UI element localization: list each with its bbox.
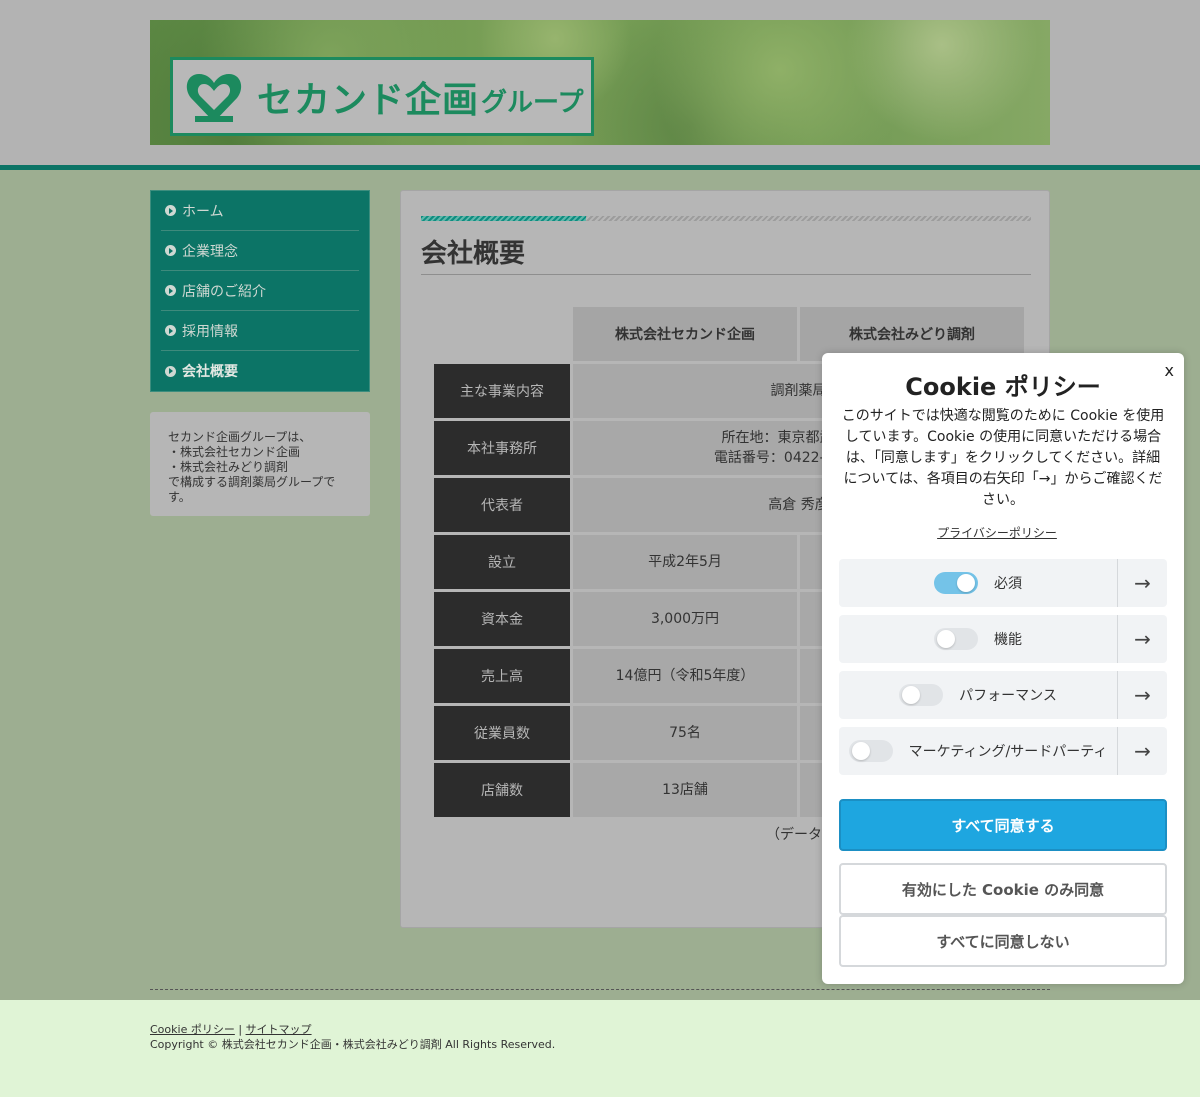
cookie-category-main: マーケティング/サードパーティ — [839, 727, 1117, 775]
privacy-policy-link[interactable]: プライバシーポリシー — [822, 524, 1172, 541]
cookie-category-main: 必須 — [839, 559, 1117, 607]
footer-link-cookie-policy[interactable]: Cookie ポリシー — [150, 1023, 235, 1036]
toggle-knob — [957, 574, 975, 592]
info-line: で構成する調剤薬局グループです。 — [168, 475, 336, 504]
required-toggle[interactable] — [934, 572, 978, 594]
cookie-category-marketing: マーケティング/サードパーティ → — [839, 727, 1167, 775]
arrow-right-icon[interactable]: → — [1117, 615, 1167, 663]
sidebar-item-home[interactable]: ホーム — [161, 191, 359, 231]
accept-all-button[interactable]: すべて同意する — [839, 799, 1167, 851]
title-decoration-accent — [421, 216, 586, 221]
arrow-bullet-icon — [165, 325, 176, 336]
heart-logo-icon — [186, 73, 242, 122]
sidebar-item-label: 店舗のご紹介 — [182, 283, 266, 300]
category-label: 機能 — [994, 632, 1022, 648]
row-header: 資本金 — [434, 592, 570, 646]
modal-title: Cookie ポリシー — [905, 373, 1101, 401]
toggle-knob — [902, 686, 921, 704]
logo-main-text: セカンド企画 — [257, 79, 480, 121]
row-header: 本社事務所 — [434, 421, 570, 475]
arrow-bullet-icon — [165, 365, 176, 377]
info-line: ・株式会社セカンド企画 — [168, 445, 301, 459]
accept-selected-button[interactable]: 有効にした Cookie のみ同意 — [839, 863, 1167, 915]
table-cell: 14億円（令和5年度） — [573, 649, 797, 703]
row-header: 店舗数 — [434, 763, 570, 817]
category-label: パフォーマンス — [959, 688, 1057, 704]
table-corner — [434, 307, 570, 361]
arrow-right-icon[interactable]: → — [1117, 727, 1167, 775]
footer-link-sitemap[interactable]: サイトマップ — [246, 1023, 312, 1036]
cookie-category-main: パフォーマンス — [839, 671, 1117, 719]
cookie-category-required: 必須 → — [839, 559, 1167, 607]
cookie-category-functional: 機能 → — [839, 615, 1167, 663]
functional-toggle[interactable] — [934, 628, 978, 650]
performance-toggle[interactable] — [899, 684, 944, 706]
arrow-bullet-icon — [165, 205, 176, 216]
row-header: 従業員数 — [434, 706, 570, 760]
modal-description: このサイトでは快適な閲覧のために Cookie を使用しています。Cookie … — [841, 408, 1165, 508]
reject-all-button[interactable]: すべてに同意しない — [839, 915, 1167, 967]
cookie-consent-modal: x Cookie ポリシー このサイトでは快適な閲覧のために Cookie を使… — [822, 353, 1184, 984]
logo-sub-text: グループ — [481, 88, 584, 118]
footer: Cookie ポリシー | サイトマップ Copyright © 株式会社セカン… — [0, 1000, 1200, 1097]
cookie-category-main: 機能 — [839, 615, 1117, 663]
footer-links: Cookie ポリシー | サイトマップ — [150, 1021, 312, 1037]
sidebar-item-stores[interactable]: 店舗のご紹介 — [161, 271, 359, 311]
row-header: 主な事業内容 — [434, 364, 570, 418]
footer-divider — [150, 989, 1050, 990]
sidebar-item-company[interactable]: 会社概要 — [161, 351, 359, 391]
title-decoration — [421, 216, 1031, 221]
cookie-category-performance: パフォーマンス → — [839, 671, 1167, 719]
table-cell: 13店舗 — [573, 763, 797, 817]
row-header: 売上高 — [434, 649, 570, 703]
page-title: 会社概要 — [421, 233, 1031, 275]
info-line: ・株式会社みどり調剤 — [168, 460, 289, 474]
footer-separator: | — [238, 1023, 243, 1036]
column-header: 株式会社セカンド企画 — [573, 307, 797, 361]
site-logo[interactable]: セカンド企画 グループ — [170, 57, 594, 136]
arrow-right-icon[interactable]: → — [1117, 559, 1167, 607]
sidebar-item-recruit[interactable]: 採用情報 — [161, 311, 359, 351]
sidebar-item-label: 会社概要 — [182, 364, 238, 380]
copyright-text: Copyright © 株式会社セカンド企画・株式会社みどり調剤 All Rig… — [150, 1038, 556, 1051]
toggle-knob — [937, 630, 955, 648]
toggle-knob — [851, 742, 870, 760]
arrow-right-icon[interactable]: → — [1117, 671, 1167, 719]
sidebar-item-label: 企業理念 — [182, 243, 238, 260]
sidebar-item-label: ホーム — [182, 203, 224, 220]
row-header: 設立 — [434, 535, 570, 589]
info-line: セカンド企画グループは、 — [168, 430, 312, 444]
arrow-bullet-icon — [165, 245, 176, 256]
arrow-bullet-icon — [165, 285, 176, 296]
table-cell: 3,000万円 — [573, 592, 797, 646]
category-label: 必須 — [994, 576, 1022, 592]
row-header: 代表者 — [434, 478, 570, 532]
sidebar-item-label: 採用情報 — [182, 323, 238, 340]
table-cell: 75名 — [573, 706, 797, 760]
sidebar-item-philosophy[interactable]: 企業理念 — [161, 231, 359, 271]
marketing-toggle[interactable] — [848, 740, 893, 762]
category-label: マーケティング/サードパーティ — [908, 744, 1108, 760]
sidebar-nav: ホーム 企業理念 店舗のご紹介 採用情報 会社概要 — [150, 190, 370, 392]
table-cell: 平成2年5月 — [573, 535, 797, 589]
group-info-box: セカンド企画グループは、 ・株式会社セカンド企画 ・株式会社みどり調剤 で構成す… — [150, 412, 370, 516]
header-banner: セカンド企画 グループ — [150, 20, 1050, 145]
